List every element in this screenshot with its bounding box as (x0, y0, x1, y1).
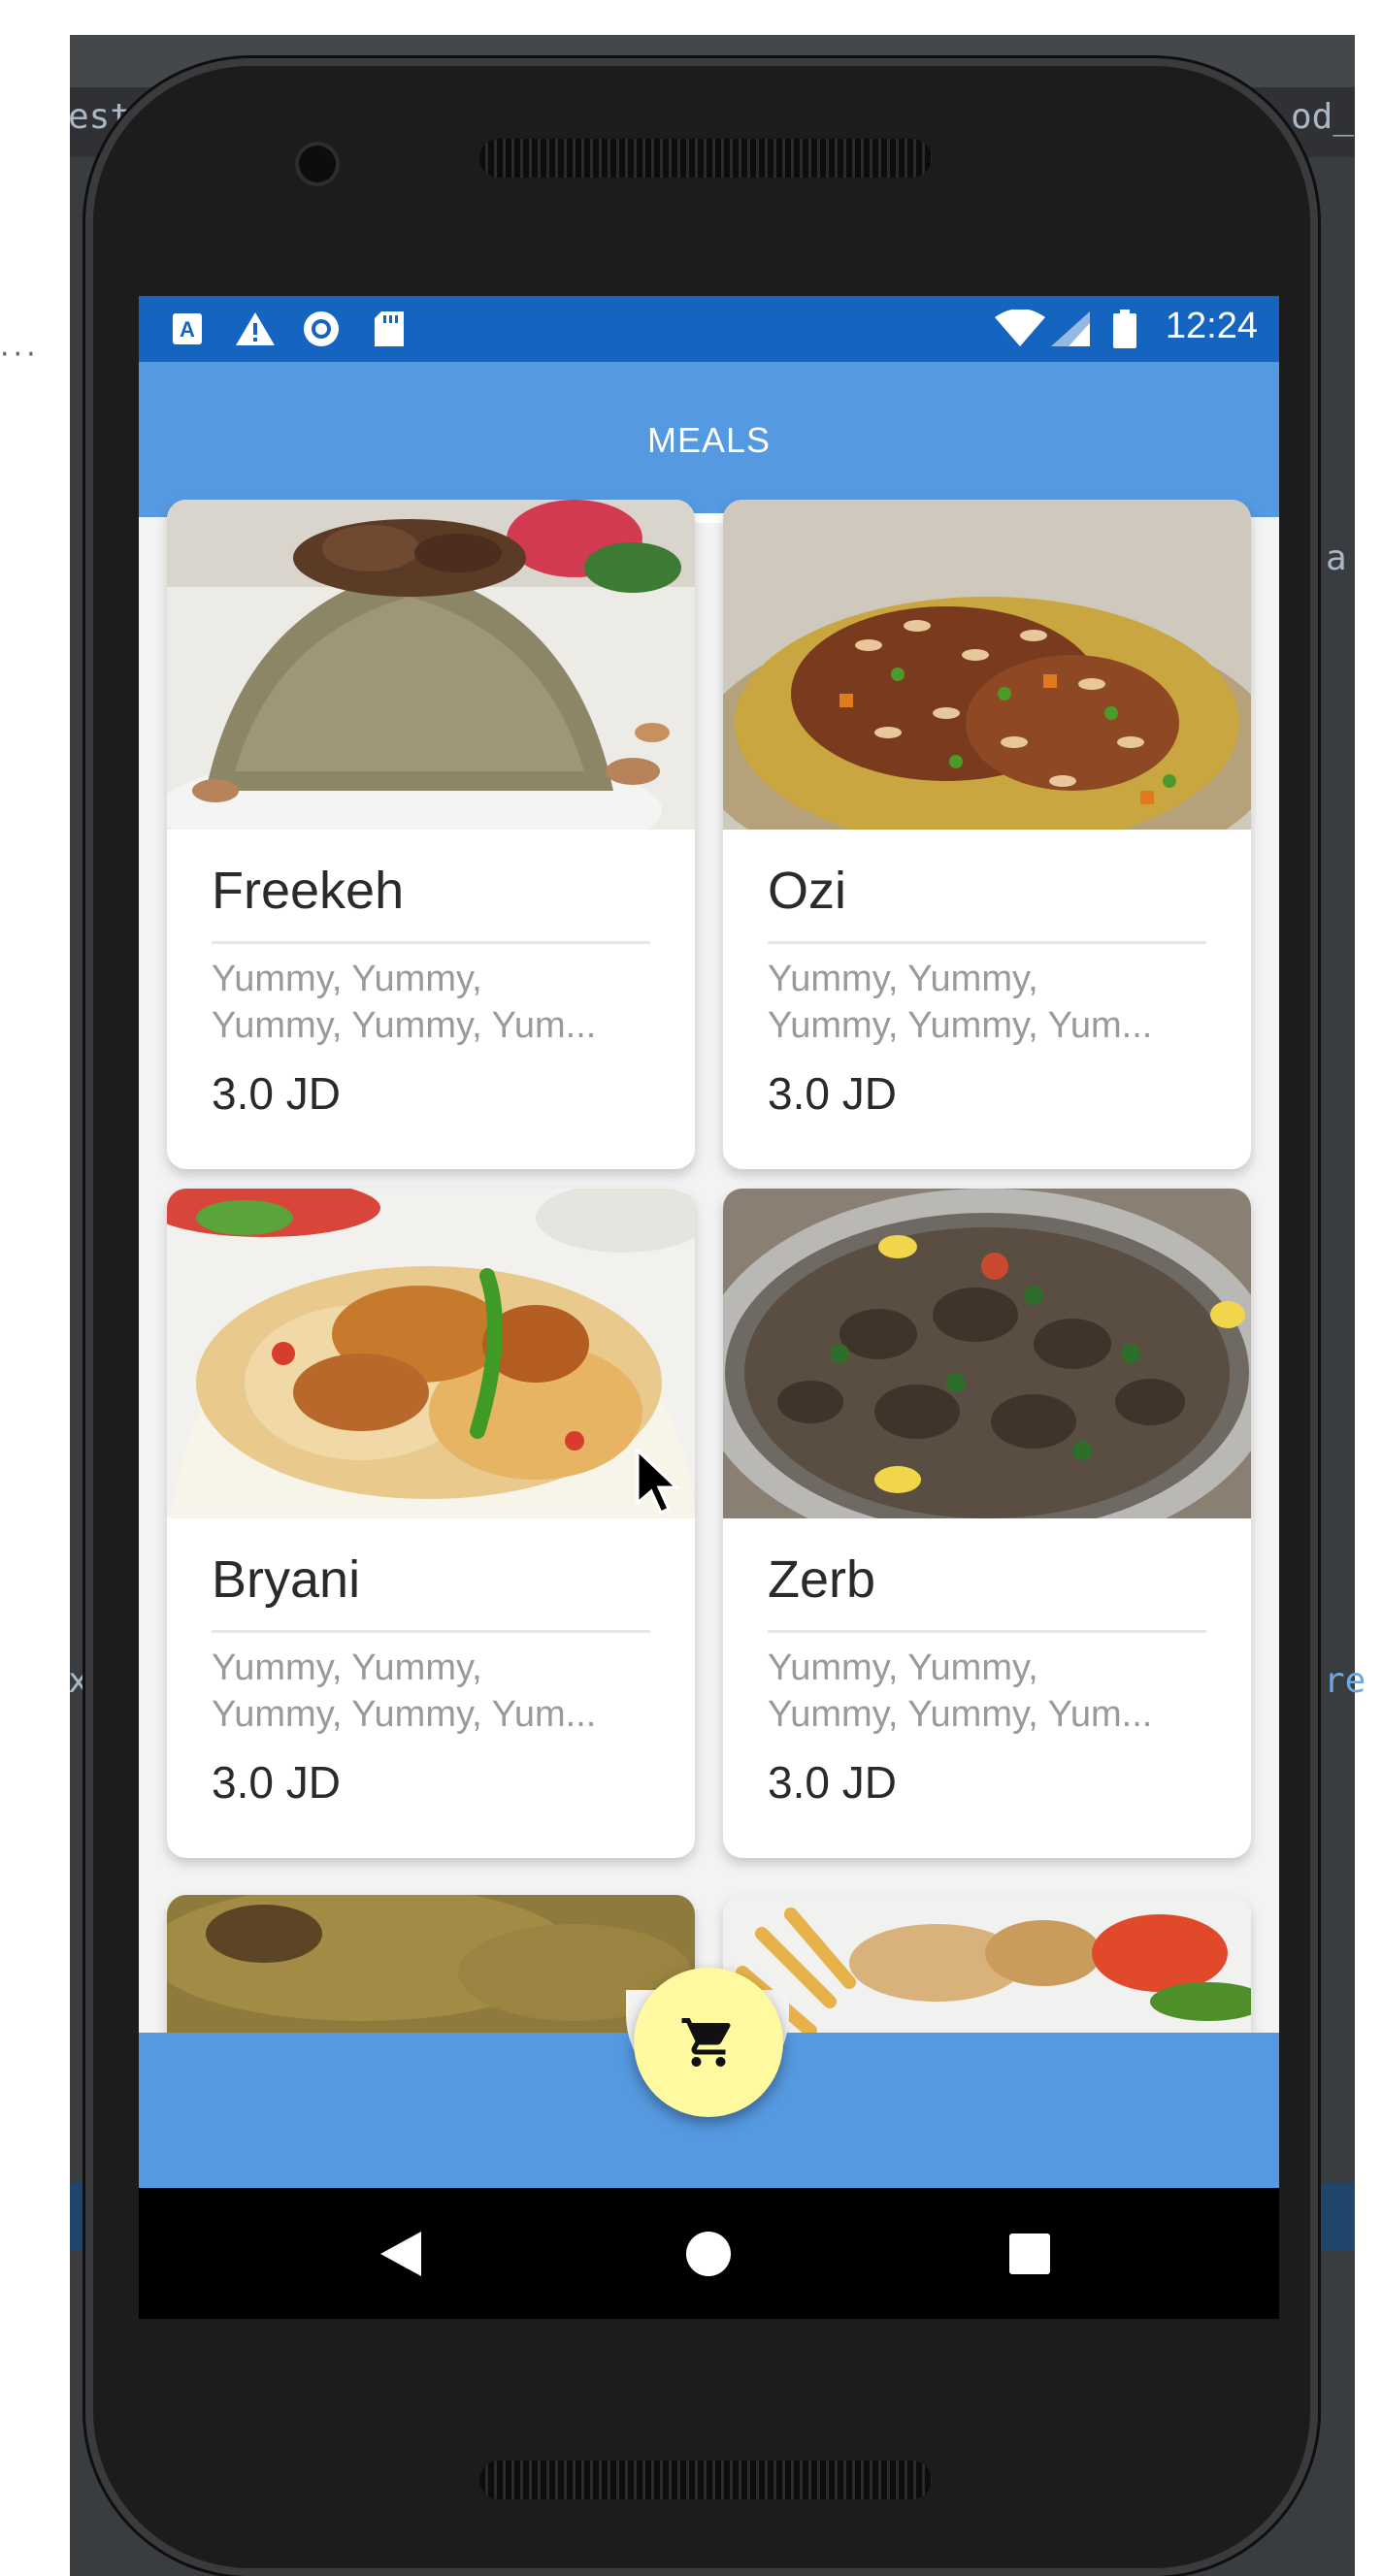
meal-description-line: Yummy, Yummy, Yum... (212, 1005, 597, 1046)
freekeh-image (167, 500, 695, 830)
ide-dots: ··· (0, 338, 40, 372)
meal-title: Freekeh (212, 862, 405, 920)
meal-card-bryani[interactable]: Bryani Yummy, Yummy, Yummy, Yummy, Yum..… (167, 1189, 695, 1858)
home-icon (686, 2231, 731, 2276)
cart-icon (681, 2018, 731, 2067)
mouse-cursor-icon (636, 1449, 680, 1516)
warning-icon (232, 310, 279, 348)
recents-icon (1009, 2233, 1050, 2274)
back-icon (380, 2231, 421, 2276)
bottom-speaker (479, 2461, 932, 2499)
meal-title: Zerb (768, 1550, 876, 1609)
meal-description: Yummy, Yummy, Yummy, Yummy, Yum... (212, 956, 658, 1049)
status-bar: A 12:24 (139, 296, 1279, 362)
zerb-image (723, 1189, 1251, 1518)
camera-icon (299, 146, 336, 182)
meal-description-line: Yummy, Yummy, Yum... (768, 1005, 1153, 1046)
signal-icon (1047, 310, 1094, 348)
ide-tab-right: od_ (1291, 97, 1355, 137)
status-time: 12:24 (1165, 306, 1258, 346)
divider (212, 1630, 650, 1633)
meal-card-freekeh[interactable]: Freekeh Yummy, Yummy, Yummy, Yummy, Yum.… (167, 500, 695, 1169)
back-button[interactable] (362, 2188, 440, 2319)
sd-card-icon (370, 310, 409, 348)
meal-description-line: Yummy, Yummy, (212, 1647, 482, 1688)
meal-description-line: Yummy, Yummy, (768, 1647, 1038, 1688)
meal-card-zerb[interactable]: Zerb Yummy, Yummy, Yummy, Yummy, Yum... … (723, 1189, 1251, 1858)
meal-card-ozi[interactable]: Ozi Yummy, Yummy, Yummy, Yummy, Yum... 3… (723, 500, 1251, 1169)
top-speaker (479, 139, 932, 178)
divider (768, 941, 1206, 944)
meal-title: Bryani (212, 1550, 361, 1609)
bryani-image (167, 1189, 695, 1518)
a-box-icon: A (168, 310, 207, 348)
meal-description-line: Yummy, Yummy, (768, 959, 1038, 999)
app-bar: MEALS (139, 362, 1279, 523)
ide-text-right-top: a (1326, 538, 1347, 578)
meal-price: 3.0 JD (768, 1757, 897, 1808)
divider (768, 1630, 1206, 1633)
battery-icon (1107, 310, 1142, 348)
recents-button[interactable] (991, 2188, 1069, 2319)
meal-price: 3.0 JD (212, 1757, 341, 1808)
meal-description-line: Yummy, Yummy, Yum... (768, 1694, 1153, 1735)
meal-description-line: Yummy, Yummy, Yum... (212, 1694, 597, 1735)
divider (212, 941, 650, 944)
wifi-icon (993, 310, 1047, 348)
meal-description: Yummy, Yummy, Yummy, Yummy, Yum... (212, 1645, 658, 1738)
meal-price: 3.0 JD (212, 1068, 341, 1119)
meal-price: 3.0 JD (768, 1068, 897, 1119)
svg-text:A: A (180, 317, 195, 342)
home-button[interactable] (670, 2188, 747, 2319)
circle-icon (300, 310, 343, 348)
phone-screen: A 12:24 MEALS Freekeh Yummy, Yummy, Yumm… (139, 296, 1279, 2319)
tab-meals[interactable]: MEALS (139, 420, 1279, 461)
meal-title: Ozi (768, 862, 846, 920)
meal-description-line: Yummy, Yummy, (212, 959, 482, 999)
cart-fab[interactable] (634, 1968, 783, 2117)
android-nav-bar (139, 2188, 1279, 2319)
ide-text-right-mid: re (1324, 1661, 1366, 1701)
meal-description: Yummy, Yummy, Yummy, Yummy, Yum... (768, 956, 1214, 1049)
ozi-image (723, 500, 1251, 830)
meal-description: Yummy, Yummy, Yummy, Yummy, Yum... (768, 1645, 1214, 1738)
